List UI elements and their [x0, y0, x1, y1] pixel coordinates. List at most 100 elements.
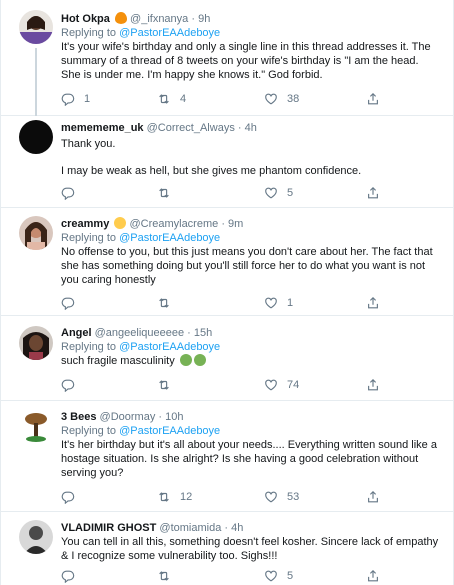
replying-to-label: Replying to: [61, 232, 117, 244]
reply-button[interactable]: 1: [61, 91, 90, 107]
retweet-icon: [159, 188, 169, 198]
separator: ·: [158, 411, 163, 423]
tweet-text: You can tell in all this, something does…: [61, 536, 439, 562]
avatar[interactable]: [19, 326, 53, 360]
username[interactable]: @Correct_Always: [147, 122, 235, 134]
reply-button[interactable]: [61, 489, 75, 505]
mention-link[interactable]: @PastorEAAdeboye: [119, 232, 220, 244]
tweet-text-paragraph: I may be weak as hell, but she gives me …: [61, 165, 362, 177]
replying-to-label: Replying to: [61, 425, 117, 437]
username[interactable]: @Creamylacreme: [129, 218, 218, 230]
retweet-button[interactable]: 4: [157, 91, 186, 107]
tweet-actions: 1 4 38: [61, 91, 391, 107]
display-name[interactable]: Hot Okpa: [61, 13, 110, 25]
nauseated-face-icon: [179, 354, 192, 366]
tweet-text: No offense to you, but this just means y…: [61, 246, 433, 286]
replying-to-label: Replying to: [61, 27, 117, 39]
reply-button[interactable]: [61, 377, 75, 393]
heart-icon: [265, 297, 277, 309]
tweet[interactable]: VLADIMIR GHOST @tomiamida · 4h You can t…: [1, 512, 454, 585]
mention-link[interactable]: @PastorEAAdeboye: [119, 27, 220, 39]
retweet-icon: [159, 380, 169, 390]
replying-to: Replying to @PastorEAAdeboye: [61, 424, 441, 438]
timeline: Hot Okpa @_ifxnanya · 9h Replying to @Pa…: [0, 0, 454, 585]
retweet-icon: [159, 298, 169, 308]
like-button[interactable]: 5: [264, 185, 293, 201]
avatar[interactable]: [19, 216, 53, 250]
display-name[interactable]: creammy: [61, 218, 109, 230]
tweet[interactable]: Hot Okpa @_ifxnanya · 9h Replying to @Pa…: [1, 0, 454, 116]
reply-button[interactable]: [61, 295, 75, 311]
avatar[interactable]: [19, 10, 53, 44]
like-button[interactable]: 38: [264, 91, 299, 107]
avatar[interactable]: [19, 410, 53, 444]
display-name[interactable]: VLADIMIR GHOST: [61, 522, 156, 534]
username[interactable]: @tomiamida: [159, 522, 221, 534]
retweet-button[interactable]: [157, 295, 171, 311]
username[interactable]: @Doormay: [100, 411, 156, 423]
retweet-button[interactable]: [157, 568, 171, 584]
tweet-text: Thank you.: [61, 138, 116, 150]
share-button[interactable]: [366, 295, 380, 311]
replying-to: Replying to @PastorEAAdeboye: [61, 26, 441, 40]
timestamp[interactable]: 9m: [228, 218, 243, 230]
username[interactable]: @angeeliqueeeee: [95, 327, 184, 339]
tweet-text-row: such fragile masculinity: [61, 354, 441, 368]
retweet-button[interactable]: 12: [157, 489, 192, 505]
mention-link[interactable]: @PastorEAAdeboye: [119, 341, 220, 353]
timestamp[interactable]: 4h: [231, 522, 243, 534]
share-icon: [368, 296, 378, 309]
share-button[interactable]: [366, 91, 380, 107]
reply-icon: [61, 297, 75, 310]
share-button[interactable]: [366, 568, 380, 584]
heart-icon: [265, 491, 277, 503]
like-button[interactable]: 1: [264, 295, 293, 311]
tweet-actions: 5: [61, 185, 391, 201]
share-button[interactable]: [366, 185, 380, 201]
retweet-icon: [159, 571, 169, 581]
replying-to: Replying to @PastorEAAdeboye: [61, 340, 441, 354]
share-button[interactable]: [366, 489, 380, 505]
timestamp[interactable]: 9h: [198, 13, 210, 25]
heart-icon: [265, 379, 277, 391]
tweet[interactable]: Angel @angeeliqueeeee · 15h Replying to …: [1, 316, 454, 401]
smiling-face-icon: [114, 217, 127, 229]
tweet-actions: 12 53: [61, 489, 391, 505]
display-name[interactable]: 3 Bees: [61, 411, 96, 423]
timestamp[interactable]: 10h: [165, 411, 183, 423]
share-icon: [368, 186, 378, 199]
replying-to-label: Replying to: [61, 341, 117, 353]
share-button[interactable]: [366, 377, 380, 393]
timestamp[interactable]: 15h: [194, 327, 212, 339]
tweet-actions: 1: [61, 295, 391, 311]
display-name[interactable]: Angel: [61, 327, 92, 339]
like-button[interactable]: 53: [264, 489, 299, 505]
separator: ·: [191, 13, 196, 25]
tweet[interactable]: memememe_uk @Correct_Always · 4h Thank y…: [1, 116, 454, 208]
retweet-button[interactable]: [157, 185, 171, 201]
share-icon: [368, 490, 378, 503]
reply-button[interactable]: [61, 185, 75, 201]
like-count: 5: [287, 570, 294, 582]
reply-icon: [61, 379, 75, 392]
username[interactable]: @_ifxnanya: [130, 13, 188, 25]
tweet-text: such fragile masculinity: [61, 355, 175, 367]
reply-button[interactable]: [61, 568, 75, 584]
retweet-icon: [159, 492, 169, 502]
reply-icon: [61, 93, 75, 106]
retweet-count: 12: [180, 491, 193, 503]
avatar[interactable]: [19, 120, 53, 154]
separator: ·: [221, 218, 225, 230]
retweet-icon: [159, 94, 169, 104]
tweet[interactable]: creammy @Creamylacreme · 9m Replying to …: [1, 208, 454, 316]
avatar[interactable]: [19, 520, 53, 554]
retweet-button[interactable]: [157, 377, 171, 393]
replying-to: Replying to @PastorEAAdeboye: [61, 231, 441, 245]
like-button[interactable]: 5: [264, 568, 293, 584]
timestamp[interactable]: 4h: [245, 122, 257, 134]
display-name[interactable]: memememe_uk: [61, 122, 144, 134]
tweet[interactable]: 3 Bees @Doormay · 10h Replying to @Pasto…: [1, 401, 454, 512]
mention-link[interactable]: @PastorEAAdeboye: [119, 425, 220, 437]
like-count: 5: [287, 187, 294, 199]
like-button[interactable]: 74: [264, 377, 299, 393]
